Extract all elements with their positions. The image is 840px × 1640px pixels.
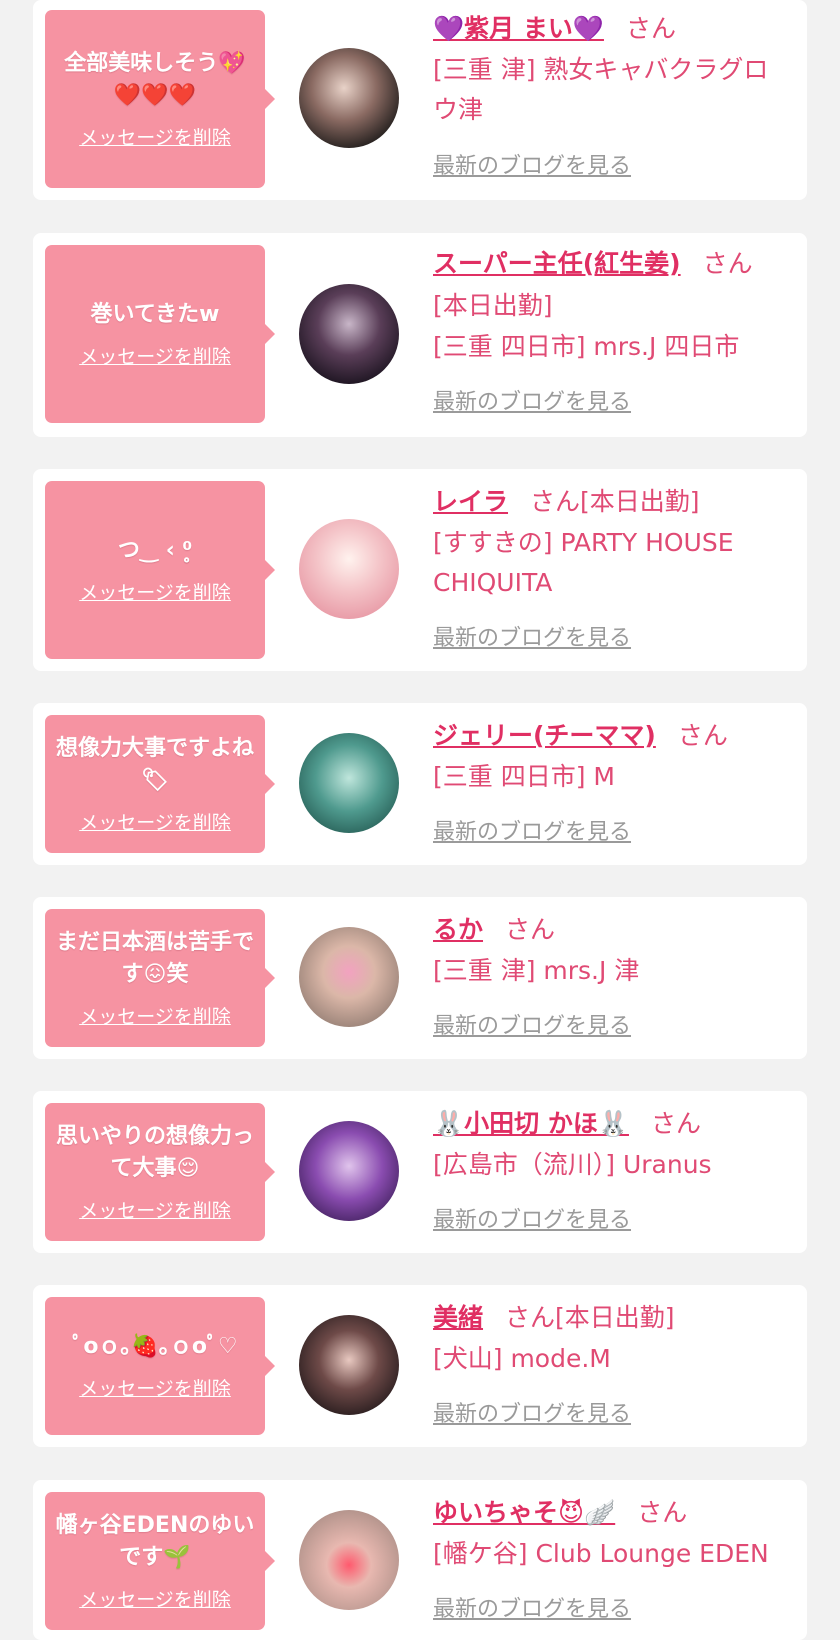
cast-info: 💜紫月 まい💜 さん [三重 津] 熟女キャバクラグロウ津 [433,8,787,130]
cast-name-link[interactable]: ジェリー(チーママ) [433,721,656,750]
message-bubble: 思いやりの想像力って大事😌 メッセージを削除 [45,1103,275,1241]
cast-name-link[interactable]: レイラ [433,487,508,516]
cast-name-link[interactable]: 🐰小田切 かほ🐰 [433,1109,629,1138]
cast-name-link[interactable]: ゆいちゃそ😈🪽 [433,1498,615,1527]
message-text: 思いやりの想像力って大事😌 [55,1124,254,1181]
latest-blog-link[interactable]: 最新のブログを見る [433,1206,631,1236]
message-card: まだ日本酒は苦手です😖笑 メッセージを削除 るか さん [三重 津] mrs.J … [33,897,807,1059]
cast-suffix: さん [677,721,728,750]
cast-suffix: さん[本日出勤] [530,487,700,516]
latest-blog-link[interactable]: 最新のブログを見る [433,1400,631,1430]
delete-message-link[interactable]: メッセージを削除 [79,126,231,150]
cast-avatar[interactable] [299,284,399,384]
message-list: 全部美味しそう💖❤️❤️❤️ メッセージを削除 💜紫月 まい💜 さん [三重 津]… [0,0,840,1640]
shop-label: [三重 四日市] mrs.J 四日市 [433,332,740,361]
shop-label: [三重 津] 熟女キャバクラグロウ津 [433,55,769,124]
cast-info: 美緒 さん[本日出勤] [犬山] mode.M [433,1297,787,1379]
cast-avatar[interactable] [299,733,399,833]
message-text: つ‿ ‹ ⁰̥̥ [117,538,193,563]
message-bubble: 巻いてきたw メッセージを削除 [45,245,275,423]
cast-info: るか さん [三重 津] mrs.J 津 [433,909,787,991]
latest-blog-link[interactable]: 最新のブログを見る [433,388,631,418]
cast-avatar[interactable] [299,1510,399,1610]
cast-info: 🐰小田切 かほ🐰 さん [広島市（流川）] Uranus [433,1103,787,1185]
message-card: 思いやりの想像力って大事😌 メッセージを削除 🐰小田切 かほ🐰 さん [広島市（流… [33,1091,807,1253]
cast-avatar[interactable] [299,927,399,1027]
message-bubble: 全部美味しそう💖❤️❤️❤️ メッセージを削除 [45,10,275,188]
delete-message-link[interactable]: メッセージを削除 [79,1377,231,1401]
shop-label: [幡ケ谷] Club Lounge EDEN [433,1539,769,1568]
message-text: 想像力大事ですよね🏷 [55,736,254,793]
message-text: 幡ヶ谷EDENのゆいです🌱 [55,1513,255,1570]
cast-name-link[interactable]: るか [433,915,483,944]
latest-blog-link[interactable]: 最新のブログを見る [433,1595,631,1625]
message-bubble: 想像力大事ですよね🏷 メッセージを削除 [45,715,275,853]
latest-blog-link[interactable]: 最新のブログを見る [433,152,631,182]
cast-suffix: さん [505,915,556,944]
shop-label: [三重 津] mrs.J 津 [433,956,640,985]
message-card: 想像力大事ですよね🏷 メッセージを削除 ジェリー(チーママ) さん [三重 四日市… [33,703,807,865]
cast-name-link[interactable]: 美緒 [433,1303,483,1332]
cast-avatar[interactable] [299,1315,399,1415]
cast-avatar[interactable] [299,519,399,619]
message-card: 幡ヶ谷EDENのゆいです🌱 メッセージを削除 ゆいちゃそ😈🪽 さん [幡ケ谷] C… [33,1480,807,1640]
cast-name-link[interactable]: 💜紫月 まい💜 [433,14,604,43]
cast-info: スーパー主任(紅生姜) さん[本日出勤] [三重 四日市] mrs.J 四日市 [433,243,787,367]
cast-name-link[interactable]: スーパー主任(紅生姜) [433,249,681,278]
latest-blog-link[interactable]: 最新のブログを見る [433,818,631,848]
delete-message-link[interactable]: メッセージを削除 [79,811,231,835]
message-card: ﾟoｏ｡🍓｡ｏoﾟ♡ メッセージを削除 美緒 さん[本日出勤] [犬山] mode… [33,1285,807,1447]
shop-label: [犬山] mode.M [433,1344,611,1373]
message-bubble: つ‿ ‹ ⁰̥̥ メッセージを削除 [45,481,275,659]
message-text: 巻いてきたw [90,302,220,327]
message-card: つ‿ ‹ ⁰̥̥ メッセージを削除 レイラ さん[本日出勤] [すすきの] PAR… [33,469,807,671]
latest-blog-link[interactable]: 最新のブログを見る [433,1012,631,1042]
cast-avatar[interactable] [299,1121,399,1221]
cast-suffix: さん[本日出勤] [505,1303,675,1332]
cast-suffix: さん [650,1109,701,1138]
message-text: まだ日本酒は苦手です😖笑 [55,930,254,987]
message-text: ﾟoｏ｡🍓｡ｏoﾟ♡ [72,1334,238,1359]
shop-label: [広島市（流川）] Uranus [433,1150,712,1179]
message-bubble: 幡ヶ谷EDENのゆいです🌱 メッセージを削除 [45,1492,275,1630]
cast-info: ゆいちゃそ😈🪽 さん [幡ケ谷] Club Lounge EDEN [433,1492,787,1574]
delete-message-link[interactable]: メッセージを削除 [79,1005,231,1029]
delete-message-link[interactable]: メッセージを削除 [79,1588,231,1612]
message-text: 全部美味しそう💖❤️❤️❤️ [64,51,246,108]
delete-message-link[interactable]: メッセージを削除 [79,345,231,369]
cast-info: ジェリー(チーママ) さん [三重 四日市] M [433,715,787,797]
message-bubble: まだ日本酒は苦手です😖笑 メッセージを削除 [45,909,275,1047]
delete-message-link[interactable]: メッセージを削除 [79,581,231,605]
cast-avatar[interactable] [299,48,399,148]
cast-suffix: さん [637,1498,688,1527]
shop-label: [三重 四日市] M [433,762,615,791]
cast-info: レイラ さん[本日出勤] [すすきの] PARTY HOUSE CHIQUITA [433,481,787,603]
shop-label: [すすきの] PARTY HOUSE CHIQUITA [433,528,734,597]
message-card: 巻いてきたw メッセージを削除 スーパー主任(紅生姜) さん[本日出勤] [三重 … [33,233,807,437]
message-card: 全部美味しそう💖❤️❤️❤️ メッセージを削除 💜紫月 まい💜 さん [三重 津]… [33,0,807,200]
message-bubble: ﾟoｏ｡🍓｡ｏoﾟ♡ メッセージを削除 [45,1297,275,1435]
latest-blog-link[interactable]: 最新のブログを見る [433,624,631,654]
cast-suffix: さん [625,14,676,43]
delete-message-link[interactable]: メッセージを削除 [79,1199,231,1223]
